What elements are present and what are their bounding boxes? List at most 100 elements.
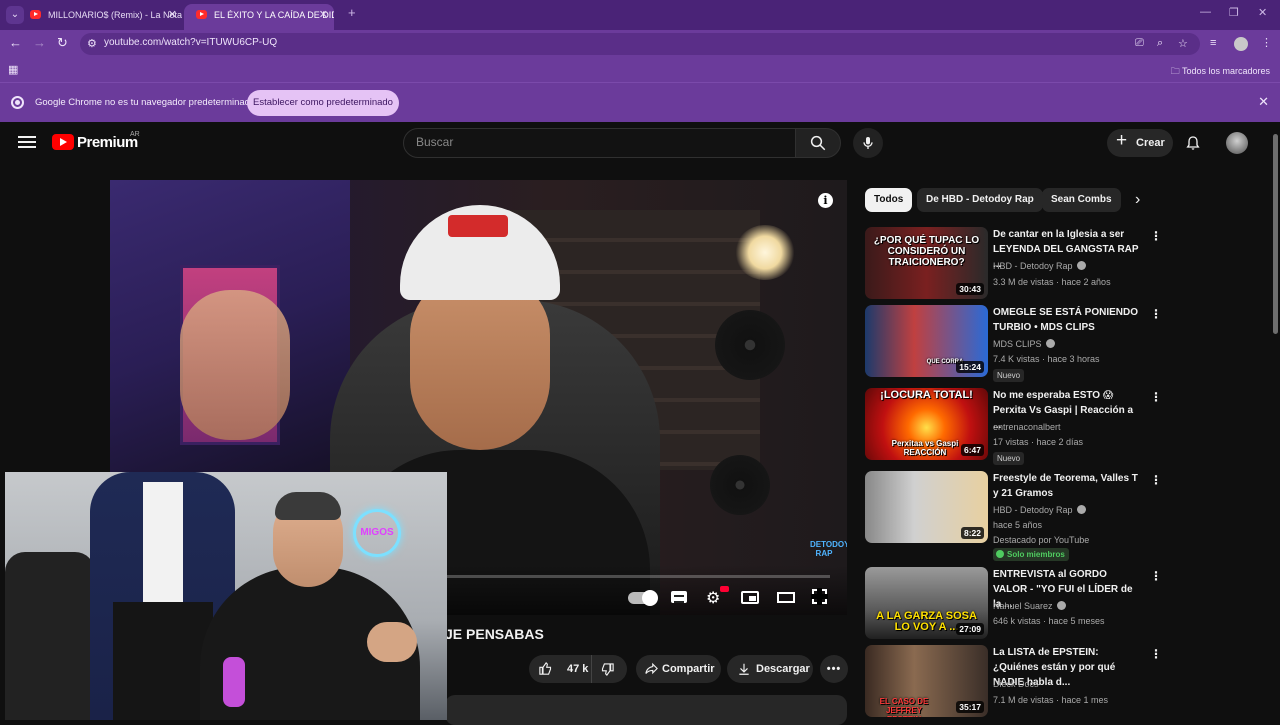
reaction-cam-neon-sign: MIGOS <box>353 509 401 557</box>
tab-millonarios[interactable]: MILLONARIO$ (Remix) - La Nota ✕ <box>18 4 183 30</box>
channel-name[interactable]: entrenaconalbert <box>993 422 1061 432</box>
featured-by-youtube: Destacado por YouTube <box>993 535 1090 545</box>
video-thumbnail[interactable]: A LA GARZA SOSA LO VOY A ... 27:09 <box>865 567 988 639</box>
video-duration: 35:17 <box>956 701 984 713</box>
infobar-message: Google Chrome no es tu navegador predete… <box>35 97 256 108</box>
bookmarks-bar: ▦ 🗀 Todos los marcadores <box>0 58 1280 82</box>
video-frame-vinyl <box>710 455 770 515</box>
video-meta: 3.3 M de vistas · hace 2 años <box>993 277 1111 287</box>
minimize-icon[interactable]: — <box>1200 6 1211 18</box>
zoom-icon[interactable]: ⌕ <box>1157 37 1163 50</box>
chrome-menu-icon[interactable]: ⋮ <box>1261 36 1272 49</box>
create-button[interactable]: Crear <box>1107 127 1173 157</box>
video-meta: 7.1 M de vistas · hace 1 mes <box>993 695 1109 705</box>
video-frame-cap-logo <box>448 215 508 237</box>
download-label: Descargar <box>756 663 810 675</box>
search-input[interactable] <box>416 135 776 149</box>
share-label: Compartir <box>662 663 715 675</box>
theater-mode-icon[interactable] <box>777 592 795 603</box>
like-button[interactable]: 47 k <box>529 655 591 683</box>
youtube-premium-wordmark[interactable]: Premium <box>77 134 138 151</box>
share-button[interactable]: Compartir <box>636 655 721 683</box>
video-title[interactable]: OMEGLE SE ESTÁ PONIENDO TURBIO • MDS CLI… <box>993 305 1143 335</box>
window-close-icon[interactable]: ✕ <box>1258 6 1267 19</box>
more-options-icon[interactable]: ⋮ <box>1150 569 1162 583</box>
recommendation-item[interactable]: A LA GARZA SOSA LO VOY A ... 27:09 ENTRE… <box>865 567 1260 643</box>
channel-name[interactable]: MDS CLIPS <box>993 339 1055 349</box>
download-button[interactable]: Descargar <box>727 655 813 683</box>
hamburger-menu-icon[interactable] <box>18 133 36 151</box>
recommendation-item[interactable]: 8:22 Freestyle de Teorema, Valles T y 21… <box>865 471 1260 563</box>
scrollbar-thumb[interactable] <box>1273 134 1278 334</box>
all-bookmarks-folder[interactable]: 🗀 Todos los marcadores <box>1171 64 1270 80</box>
thumbnail-caption: ¡LOCURA TOTAL! <box>880 389 973 401</box>
recommendation-item[interactable]: ¿POR QUÉ TUPAC LO CONSIDERÓ UN TRAICIONE… <box>865 227 1260 303</box>
recommendation-item[interactable]: EL CASO DE JEFFREY EPSTEIN 35:17 La LIST… <box>865 645 1260 721</box>
channel-name[interactable]: HBD - Detodoy Rap <box>993 261 1086 271</box>
country-code: AR <box>130 131 140 138</box>
chips-next-chevron-icon[interactable]: › <box>1135 191 1140 209</box>
bookmark-star-icon[interactable]: ☆ <box>1178 37 1188 50</box>
reaction-cam-shirt <box>143 482 183 602</box>
settings-gear-icon[interactable]: ⚙ <box>706 588 720 608</box>
video-duration: 30:43 <box>956 283 984 295</box>
more-options-icon[interactable]: ⋮ <box>1150 229 1162 243</box>
channel-watermark[interactable]: DETODOY RAP <box>810 540 847 568</box>
apps-grid-icon[interactable]: ▦ <box>8 63 18 76</box>
forward-icon[interactable]: → <box>33 35 46 50</box>
site-info-icon[interactable]: ⚙ <box>87 37 97 50</box>
tab-close-icon[interactable]: ✕ <box>319 4 328 26</box>
chip-sean-combs[interactable]: Sean Combs <box>1042 188 1121 212</box>
dislike-button[interactable] <box>591 655 627 683</box>
tab-close-icon[interactable]: ✕ <box>168 4 177 26</box>
video-thumbnail[interactable]: 8:22 <box>865 471 988 543</box>
video-title[interactable]: Freestyle de Teorema, Valles T y 21 Gram… <box>993 471 1143 501</box>
back-icon[interactable]: ← <box>9 35 22 50</box>
video-thumbnail[interactable]: ¡LOCURA TOTAL! Perxitaa vs Gaspi REACCIÓ… <box>865 388 988 460</box>
recommendation-item[interactable]: ¡LOCURA TOTAL! Perxitaa vs Gaspi REACCIÓ… <box>865 388 1260 465</box>
video-thumbnail[interactable]: QUE CORRA 15:24 <box>865 305 988 377</box>
video-frame-vinyl <box>715 310 785 380</box>
video-info-icon[interactable]: i <box>818 193 833 208</box>
channel-name-text: HBD - Detodoy Rap <box>993 505 1073 515</box>
channel-name[interactable]: Dieck Docs <box>993 679 1039 689</box>
subtitles-icon[interactable] <box>671 591 687 603</box>
progress-bar[interactable] <box>445 575 830 578</box>
fullscreen-icon[interactable] <box>811 588 828 605</box>
restore-icon[interactable]: ❐ <box>1229 6 1239 19</box>
profile-avatar-icon[interactable] <box>1234 37 1248 51</box>
chip-hbd-detodoy-rap[interactable]: De HBD - Detodoy Rap <box>917 188 1043 212</box>
search-button[interactable] <box>795 128 841 158</box>
miniplayer-icon[interactable] <box>741 591 759 604</box>
notifications-bell-icon[interactable] <box>1185 134 1201 152</box>
channel-name[interactable]: HBD - Detodoy Rap <box>993 505 1086 515</box>
set-default-button[interactable]: Establecer como predeterminado <box>247 90 399 116</box>
search-box[interactable] <box>403 128 796 158</box>
cast-icon[interactable]: ⎚ <box>1135 37 1144 50</box>
more-options-icon[interactable]: ⋮ <box>1150 473 1162 487</box>
address-bar[interactable]: ⚙ youtube.com/watch?v=ITUWU6CP-UQ ⎚ ⌕ ☆ <box>80 33 1200 55</box>
recommendation-item[interactable]: QUE CORRA 15:24 OMEGLE SE ESTÁ PONIENDO … <box>865 305 1260 382</box>
page-scrollbar[interactable] <box>1270 122 1280 720</box>
video-frame-face <box>410 275 550 450</box>
channel-name[interactable]: Nahuel Suarez <box>993 601 1066 611</box>
tab-diddy[interactable]: EL ÉXITO Y LA CAÍDA DE DIDDY ✕ <box>184 4 334 30</box>
more-actions-icon[interactable]: ••• <box>820 655 848 683</box>
more-options-icon[interactable]: ⋮ <box>1150 390 1162 404</box>
more-options-icon[interactable]: ⋮ <box>1150 307 1162 321</box>
autoplay-toggle[interactable] <box>628 590 658 606</box>
new-tab-icon[interactable]: + <box>348 5 356 20</box>
url-text: youtube.com/watch?v=ITUWU6CP-UQ <box>104 37 278 48</box>
voice-search-button[interactable] <box>853 128 883 158</box>
video-thumbnail[interactable]: EL CASO DE JEFFREY EPSTEIN 35:17 <box>865 645 988 717</box>
infobar-close-icon[interactable]: ✕ <box>1258 94 1269 110</box>
video-thumbnail[interactable]: ¿POR QUÉ TUPAC LO CONSIDERÓ UN TRAICIONE… <box>865 227 988 299</box>
chip-todos[interactable]: Todos <box>865 188 913 212</box>
more-options-icon[interactable]: ⋮ <box>1150 647 1162 661</box>
reload-icon[interactable]: ↻ <box>57 35 68 51</box>
verified-check-icon <box>1045 339 1055 348</box>
description-box[interactable] <box>445 695 847 725</box>
account-avatar[interactable] <box>1226 132 1248 154</box>
reading-list-icon[interactable]: ≡ <box>1210 37 1216 49</box>
youtube-logo-icon[interactable] <box>52 134 74 150</box>
